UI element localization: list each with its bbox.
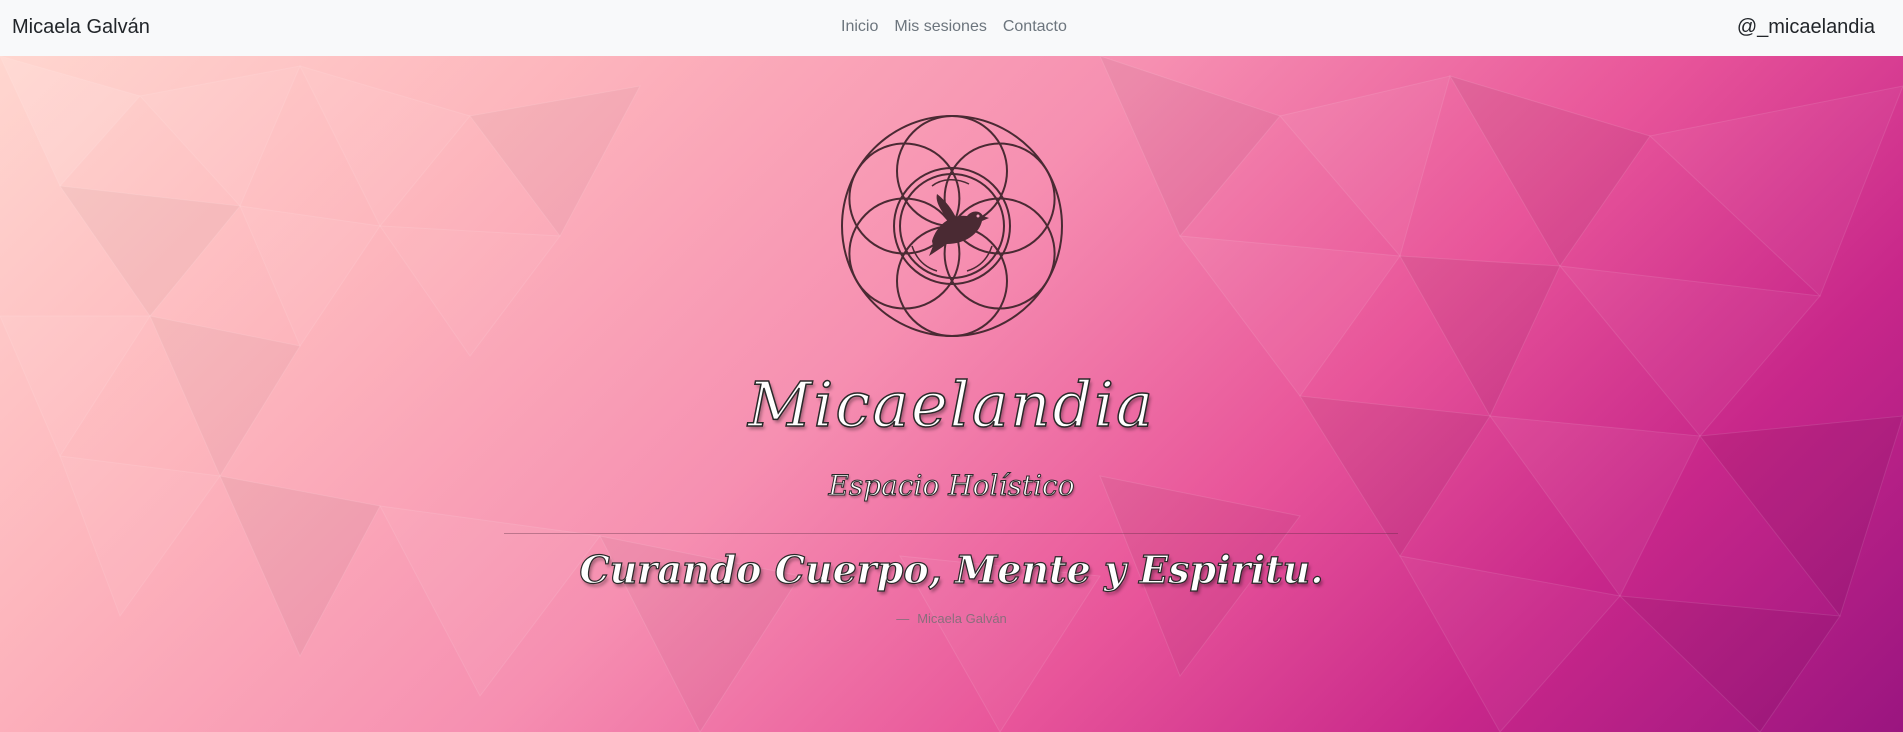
author-dash: — [896,611,910,626]
brand-link[interactable]: Micaela Galván [12,16,150,39]
hero-title: Micaelandia [747,367,1155,442]
quote-author: — Micaela Galván [0,611,1903,626]
author-name: Micaela Galván [917,611,1007,626]
hero-divider [504,533,1398,534]
hero-section: Micaelandia Espacio Holístico Curando Cu… [0,56,1903,732]
nav-links: Inicio Mis sesiones Contacto [833,18,1075,36]
nav-link-inicio[interactable]: Inicio [833,18,886,36]
nav-link-contacto[interactable]: Contacto [995,18,1075,36]
flower-of-life-dove-icon [841,115,1063,337]
hero-quote: Curando Cuerpo, Mente y Espiritu. [579,546,1324,592]
nav-link-mis-sesiones[interactable]: Mis sesiones [886,18,994,36]
instagram-handle-link[interactable]: @_micaelandia [1737,16,1875,39]
hero-subtitle: Espacio Holístico [828,469,1075,503]
navbar: Micaela Galván Inicio Mis sesiones Conta… [0,0,1903,56]
